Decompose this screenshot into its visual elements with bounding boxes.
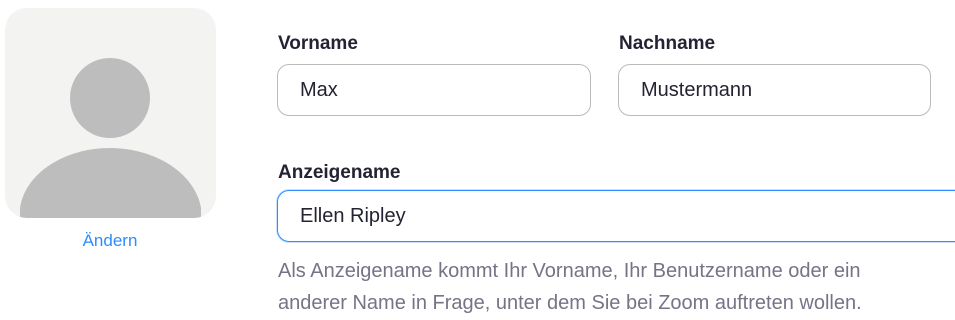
last-name-label: Nachname [619,33,716,54]
help-text-line: Als Anzeigename kommt Ihr Vorname, Ihr B… [278,260,861,282]
avatar[interactable] [5,8,216,218]
default-user-avatar-icon [20,58,201,218]
change-photo-link[interactable]: Ändern [0,231,220,251]
display-name-help-text: Als Anzeigename kommt Ihr Vorname, Ihr B… [278,255,955,319]
display-name-field[interactable] [277,190,955,242]
profile-edit-panel: Ändern Vorname Nachname Anzeigename Als … [0,0,955,320]
first-name-label: Vorname [278,33,358,54]
first-name-field[interactable] [277,64,591,116]
help-text-line: anderer Name in Frage, unter dem Sie bei… [278,292,862,314]
display-name-label: Anzeigename [278,162,401,183]
last-name-field[interactable] [618,64,931,116]
